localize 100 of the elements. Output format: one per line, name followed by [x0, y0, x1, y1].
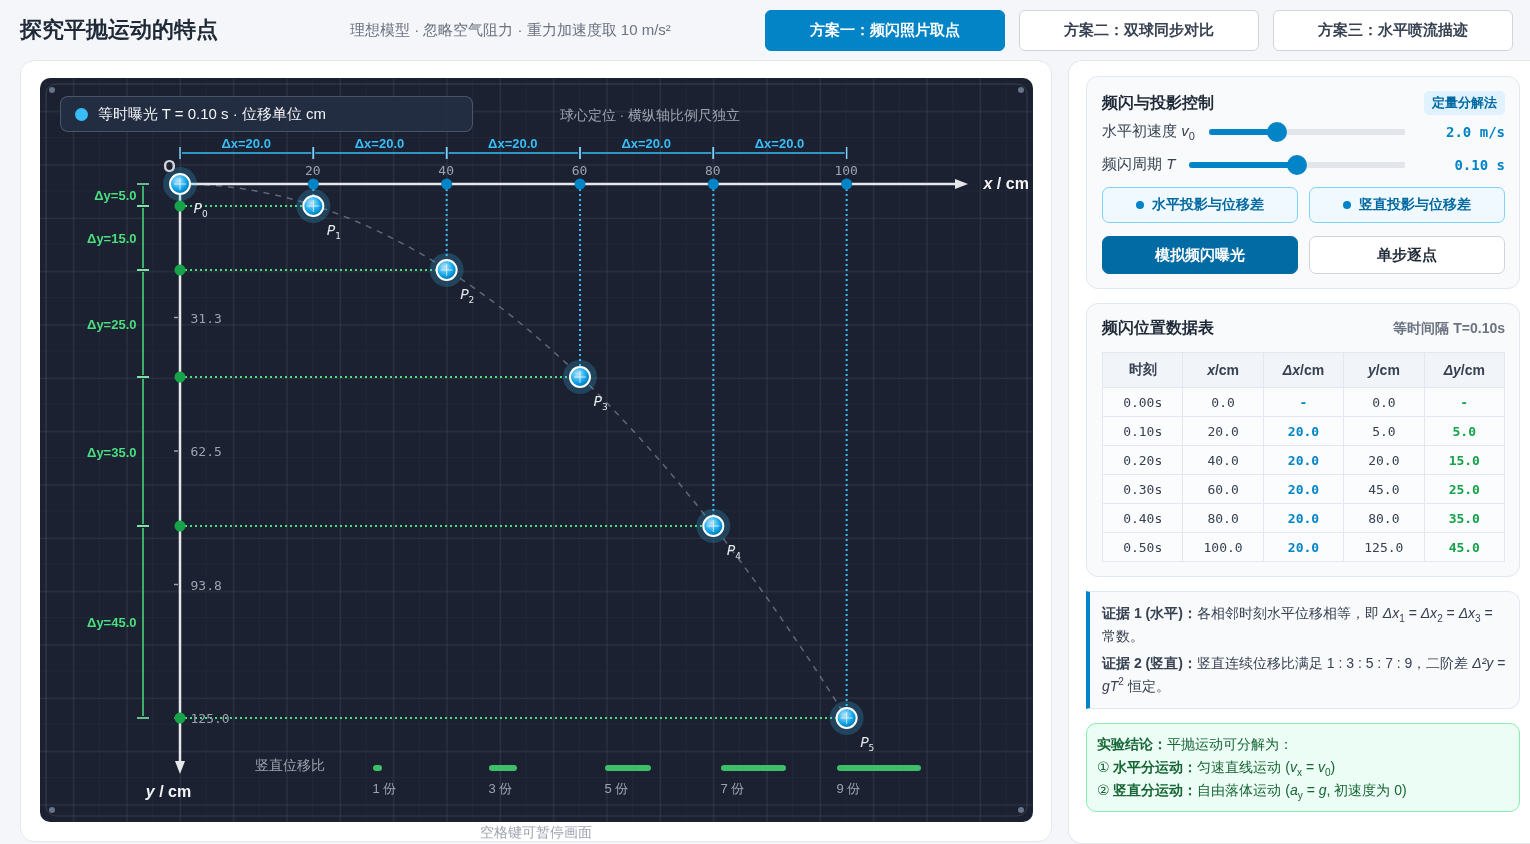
dimension-label: Δy=15.0: [87, 231, 137, 245]
ball: [695, 509, 730, 543]
table-cell: 125.0: [1343, 532, 1425, 562]
table-cell: 20.0: [1263, 416, 1344, 446]
table-cell: 15.0: [1424, 445, 1505, 475]
conclusion-text: 实验结论：平抛运动可分解为：: [1097, 735, 1294, 754]
table-cell: 0.20s: [1102, 445, 1183, 475]
projection-dot: [440, 178, 452, 190]
table-cell: 80.0: [1182, 503, 1264, 533]
ratio-label: 3 份: [488, 781, 513, 795]
table-cell: 20.0: [1263, 532, 1344, 562]
ratio-bar: [372, 765, 382, 771]
evidence-text: 证据 1 (水平)：各相邻时刻水平位移相等，即 Δx$_{1}$ = Δx$_{2}$ = Δx$_{3}$ = 常数。: [1102, 604, 1494, 646]
axis-tick: [172, 450, 179, 452]
table-cell: 0.50s: [1102, 532, 1183, 562]
tick-label: 93.8: [190, 578, 222, 591]
slider-thumb[interactable]: [1287, 154, 1308, 175]
slider-thumb[interactable]: [1267, 121, 1288, 142]
table-cell: 0.0: [1343, 387, 1425, 417]
table-cell: 35.0: [1424, 503, 1505, 533]
table-cell: -: [1263, 387, 1344, 417]
projection-dot: [574, 178, 585, 190]
toggle-button[interactable]: 水平投影与位移差: [1102, 187, 1298, 223]
legend-text: 等时曝光 T = 0.10 s · 位移单位 cm: [97, 104, 326, 124]
table-cell: 20.0: [1343, 445, 1425, 475]
page-subtitle: 理想模型 · 忽略空气阻力 · 重力加速度取 10 m/s²: [350, 20, 672, 40]
projection-dot: [840, 178, 852, 190]
conclusion-text: ① 水平分运动：匀速直线运动 (v$_{x}$ = v$_{0}$): [1097, 758, 1337, 779]
action-button[interactable]: 单步逐点: [1309, 236, 1505, 274]
dimension-label: Δy=35.0: [87, 445, 137, 458]
table-cell: 0.30s: [1102, 474, 1183, 504]
conclusion-text: ② 竖直分运动：自由落体运动 (a$_{y}$ = g, 初速度为 0): [1097, 781, 1408, 802]
toggle-button[interactable]: 竖直投影与位移差: [1309, 187, 1505, 223]
table-cell: 100.0: [1182, 532, 1264, 562]
ratio-bar: [488, 765, 517, 771]
ball: [295, 189, 330, 223]
ratio-label: 7 份: [720, 781, 745, 795]
scheme-tab[interactable]: 方案一：频闪照片取点: [765, 9, 1005, 51]
table-cell: 0.00s: [1102, 387, 1183, 417]
table-cell: 20.0: [1263, 474, 1344, 504]
diagram-caption: 球心定位 · 横纵轴比例尺独立: [559, 108, 740, 122]
tick-label: 100: [834, 163, 858, 177]
action-button[interactable]: 模拟频闪曝光: [1102, 236, 1298, 274]
point-label: P$_{0}$: [193, 201, 208, 219]
tick-label: 62.5: [190, 444, 222, 458]
axis-label: y / cm: [145, 784, 192, 800]
tick-label: 31.3: [190, 311, 222, 324]
table-cell: -: [1424, 387, 1505, 417]
dimension-label: Δx=20.0: [621, 136, 671, 150]
tick-label: 20: [305, 163, 321, 177]
table-cell: 5.0: [1424, 416, 1505, 446]
dimension-label: Δx=20.0: [754, 136, 805, 150]
corner-dot: [1017, 807, 1024, 813]
point-label: P$_{3}$: [593, 394, 608, 412]
ratio-bar: [720, 765, 786, 771]
point-label: P$_{2}$: [460, 287, 475, 305]
table-cell: 5.0: [1343, 416, 1425, 446]
table-cell: 60.0: [1182, 474, 1264, 504]
hint-text: 空格键可暂停画面: [480, 824, 592, 842]
tick-label: 80: [705, 163, 721, 177]
ball: [562, 360, 597, 394]
dimension-label: Δy=45.0: [87, 615, 137, 629]
dimension-label: Δx=20.0: [488, 136, 538, 150]
ratio-label: 5 份: [604, 781, 629, 795]
scheme-tab[interactable]: 方案三：水平喷流描迹: [1273, 9, 1513, 51]
bullet-icon: [1136, 201, 1144, 209]
ball: [829, 701, 864, 735]
slider-value: 0.10 s: [1453, 156, 1505, 173]
column-header: Δx/cm: [1263, 352, 1344, 388]
column-header: Δy/cm: [1424, 352, 1505, 388]
projection-dot: [174, 264, 185, 276]
slider-value: 2.0 m/s: [1445, 123, 1505, 140]
scheme-tab[interactable]: 方案二：双球同步对比: [1019, 9, 1259, 51]
origin-label: O: [163, 159, 176, 175]
ratio-title: 竖直位移比: [254, 758, 325, 772]
corner-dot: [1017, 87, 1024, 93]
method-badge: 定量分解法: [1424, 91, 1505, 115]
dimension-label: Δy=5.0: [94, 188, 137, 202]
corner-dot: [48, 87, 55, 93]
table-cell: 0.0: [1182, 387, 1264, 417]
axis-tick: [172, 583, 179, 586]
table-cell: 25.0: [1424, 474, 1505, 504]
table-cell: 45.0: [1424, 532, 1505, 562]
slider-label: 水平初速度 v$_{0}$: [1102, 122, 1195, 141]
column-header: y/cm: [1343, 352, 1425, 388]
table-cell: 0.10s: [1102, 416, 1183, 446]
ratio-label: 9 份: [836, 781, 861, 795]
point-label: P$_{1}$: [326, 223, 341, 241]
table-cell: 80.0: [1343, 503, 1425, 533]
projection-dot: [174, 371, 185, 383]
page-title: 探究平抛运动的特点: [20, 16, 219, 44]
projection-dot: [707, 178, 719, 190]
interval-note: 等时间隔 T=0.10s: [1393, 319, 1505, 338]
dimension-label: Δx=20.0: [354, 136, 405, 150]
table-cell: 0.40s: [1102, 503, 1183, 533]
projection-dot: [174, 712, 185, 724]
ratio-bar: [604, 765, 651, 771]
table-cell: 20.0: [1263, 445, 1344, 475]
tick-label: 40: [438, 163, 454, 177]
column-header: x/cm: [1182, 352, 1264, 388]
